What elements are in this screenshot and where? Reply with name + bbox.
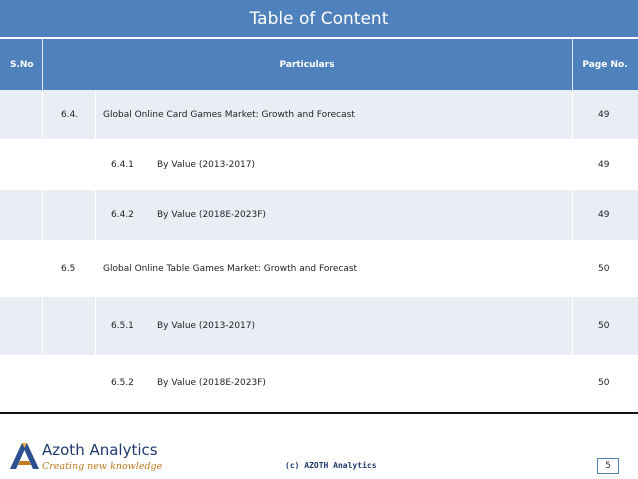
row-page: 49 <box>598 210 610 220</box>
azoth-logo-icon <box>10 443 39 469</box>
page-title-bar: Table of Content <box>0 0 638 37</box>
row-number: 6.4. <box>61 109 79 120</box>
row-divider <box>95 90 96 139</box>
table-row: 6.4. Global Online Card Games Market: Gr… <box>0 90 638 139</box>
table-row: 6.4.2 By Value (2018E-2023F) 49 <box>0 190 638 240</box>
row-text: By Value (2018E-2023F) <box>157 210 266 220</box>
row-text: Global Online Table Games Market: Growth… <box>103 263 358 274</box>
table-row: 6.5 Global Online Table Games Market: Gr… <box>0 240 638 297</box>
row-divider <box>42 297 43 355</box>
page-number-badge: 5 <box>597 458 619 474</box>
row-subnumber: 6.5.1 <box>111 321 134 331</box>
row-text: By Value (2018E-2023F) <box>157 378 266 388</box>
row-divider <box>572 90 573 139</box>
row-divider <box>95 190 96 240</box>
row-number: 6.5 <box>61 263 76 274</box>
row-subnumber: 6.4.2 <box>111 210 134 220</box>
row-page: 49 <box>598 159 610 170</box>
brand-name: Azoth Analytics <box>42 441 158 459</box>
row-divider <box>42 190 43 240</box>
header-particulars: Particulars <box>279 59 335 70</box>
row-text: Global Online Card Games Market: Growth … <box>103 109 355 120</box>
row-text: By Value (2013-2017) <box>157 321 256 331</box>
table-row: 6.5.1 By Value (2013-2017) 50 <box>0 297 638 355</box>
row-page: 50 <box>598 378 610 388</box>
page-number: 5 <box>605 461 611 471</box>
row-page: 50 <box>598 321 610 331</box>
row-text: By Value (2013-2017) <box>157 159 256 170</box>
table-bottom-rule <box>0 412 638 414</box>
header-page: Page No. <box>582 59 628 70</box>
row-divider <box>572 297 573 355</box>
table-row: 6.4.1 By Value (2013-2017) 49 <box>0 139 638 190</box>
table-header: S.No Particulars Page No. <box>0 39 638 90</box>
row-subnumber: 6.4.1 <box>111 159 134 170</box>
header-sno: S.No <box>10 59 34 70</box>
page-title: Table of Content <box>249 8 389 29</box>
row-subnumber: 6.5.2 <box>111 378 134 388</box>
row-page: 50 <box>598 263 610 274</box>
table-row: 6.5.2 By Value (2018E-2023F) 50 <box>0 355 638 411</box>
row-page: 49 <box>598 109 610 120</box>
row-divider <box>572 190 573 240</box>
row-divider <box>42 90 43 139</box>
row-divider <box>95 297 96 355</box>
copyright-text: (c) AZOTH Analytics <box>285 461 377 470</box>
brand-tagline: Creating new knowledge <box>42 461 163 472</box>
